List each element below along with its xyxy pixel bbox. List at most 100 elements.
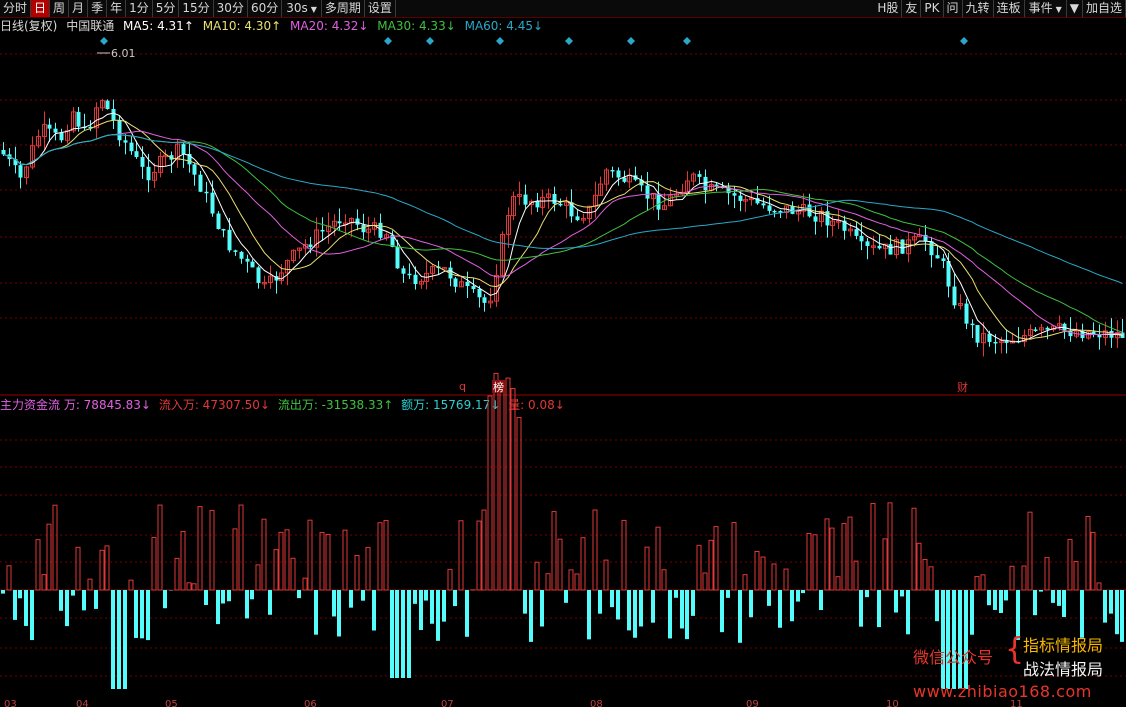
outflow-bar [123,590,127,689]
candle-body-down [245,258,250,262]
outflow-bar [13,590,17,620]
inflow-bar [696,544,702,591]
outflow-bar [598,590,602,614]
outflow-bar [94,590,98,609]
inflow-bar [916,542,922,591]
candle-body-down [622,177,627,182]
candle-body-down [355,218,360,225]
inflow-bar [302,577,308,591]
inflow-bar [238,504,244,591]
x-axis-label: 05 [165,699,178,707]
candle-body-down [395,246,400,269]
outflow-bar [314,590,318,635]
candle-body-down [929,241,934,256]
high-price-label: 6.01 [111,47,136,60]
outflow-bar [900,590,904,597]
inflow-bar [592,509,598,591]
kline-chart-canvas[interactable]: 6.01 q 榜 财 03 04 05 06 07 08 09 10 11 [0,0,1126,707]
inflow-bar [713,526,719,591]
inflow-bar [41,574,47,591]
inflow-bar [377,522,383,591]
candle-body-down [477,289,482,298]
inflow-bar [481,509,487,591]
marker-q[interactable]: q [459,380,466,393]
candle-body-down [308,244,313,248]
candle-body-down [732,193,737,196]
inflow-bar [128,579,134,591]
candle-body-down [123,140,128,143]
inflow-bar [151,536,157,591]
outflow-bar [268,590,272,615]
candle-body-down [935,255,940,259]
outflow-bar [819,590,823,611]
outflow-bar [349,590,353,608]
candle-body-down [471,286,476,290]
outflow-bar [24,590,28,626]
candle-body-down [192,164,197,175]
outflow-bar [1080,590,1084,638]
inflow-bar [731,521,737,591]
outflow-bar [726,590,730,598]
candle-body-down [877,245,882,249]
candle-body-down [453,278,458,287]
outflow-bar [401,590,405,678]
inflow-bar [534,561,540,591]
inflow-bar [644,546,650,591]
outflow-bar [361,590,365,601]
diamond-marker [100,37,108,45]
inflow-bar [104,545,110,591]
candle-body-down [76,111,81,127]
inflow-bar [342,529,348,591]
inflow-bar [46,523,52,591]
outflow-bar [18,590,22,599]
inflow-bar [255,564,261,591]
outflow-bar [390,590,394,678]
inflow-bar [545,573,551,591]
outflow-bar [1115,590,1119,635]
outflow-bar [1033,590,1037,616]
inflow-bar [307,519,313,591]
outflow-bar [436,590,440,641]
candle-body-down [105,100,110,110]
inflow-bar [174,557,180,591]
inflow-bar [1085,516,1091,591]
candle-body-down [117,119,122,141]
candle-body-down [941,258,946,262]
outflow-bar [59,590,63,611]
inflow-bar [1009,565,1015,591]
outflow-bar [801,590,805,594]
outflow-bar [685,590,689,640]
candle-body-down [1004,340,1009,343]
inflow-bar [824,518,830,591]
marker-bang[interactable]: 榜 [493,380,504,394]
inflow-bar [1096,582,1102,591]
outflow-bar [738,590,742,643]
candle-body-down [239,251,244,259]
outflow-bar [1051,590,1055,603]
outflow-bar [639,590,643,627]
inflow-bar [261,518,267,591]
candle-body-down [535,201,540,208]
candle-body-down [772,210,777,213]
inflow-bar [771,563,777,591]
outflow-bar [999,590,1003,613]
chart-grid [0,53,1126,677]
outflow-bar [111,590,115,689]
outflow-bar [540,590,544,627]
outflow-bar [970,590,974,635]
inflow-bar [383,519,389,591]
marker-cai[interactable]: 财 [957,380,968,394]
x-axis-label: 07 [441,699,454,707]
outflow-bar [216,590,220,625]
outflow-bar [906,590,910,635]
inflow-bar [510,388,516,591]
inflow-bar [319,531,325,591]
inflow-bar [209,509,215,591]
outflow-bar [610,590,614,608]
candle-body-down [859,235,864,242]
outflow-bar [529,590,533,642]
x-axis-label: 06 [304,699,317,707]
outflow-bar [767,590,771,606]
diamond-marker [565,37,573,45]
outflow-bar [616,590,620,620]
